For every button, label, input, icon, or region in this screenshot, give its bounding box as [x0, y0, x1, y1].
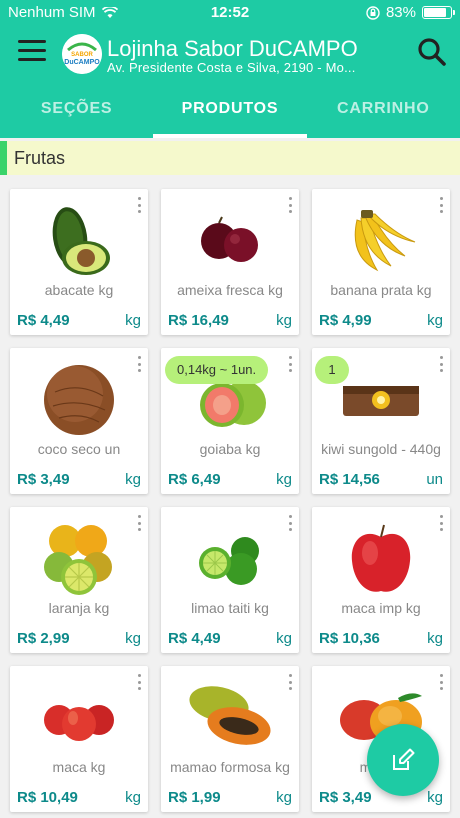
- product-price: R$ 4,49: [168, 630, 221, 647]
- edit-fab-button[interactable]: [367, 724, 439, 796]
- section-header: Frutas: [0, 141, 460, 175]
- product-price: R$ 10,36: [319, 630, 380, 647]
- plum-icon: [201, 216, 258, 262]
- product-name: maca kg: [52, 759, 106, 775]
- product-unit: kg: [125, 630, 141, 647]
- tab-produtos[interactable]: PRODUTOS: [153, 80, 307, 138]
- product-unit: kg: [427, 789, 443, 806]
- product-name: ameixa fresca kg: [177, 282, 283, 298]
- battery-level: [424, 8, 446, 17]
- search-icon[interactable]: [416, 36, 448, 68]
- weight-badge: 0,14kg ~ 1un.: [165, 356, 269, 384]
- product-name: goiaba kg: [199, 441, 261, 457]
- product-price: R$ 4,99: [319, 312, 372, 329]
- product-price: R$ 2,99: [17, 630, 70, 647]
- tab-bar: SEÇÕES PRODUTOS CARRINHO: [0, 80, 460, 138]
- product-name: coco seco un: [37, 441, 121, 457]
- logo-text-top: SABOR: [71, 52, 93, 58]
- product-card[interactable]: ameixa fresca kg R$ 16,49 kg: [161, 189, 299, 335]
- banana-icon: [354, 210, 416, 272]
- product-card[interactable]: coco seco un R$ 3,49 kg: [10, 348, 148, 494]
- product-price: R$ 16,49: [168, 312, 229, 329]
- store-title: Lojinha Sabor DuCAMPO: [107, 36, 358, 61]
- tab-carrinho[interactable]: CARRINHO: [307, 80, 460, 138]
- product-card[interactable]: laranja kg R$ 2,99 kg: [10, 507, 148, 653]
- product-unit: kg: [276, 630, 292, 647]
- logo-text-bottom: DuCAMPO: [64, 59, 100, 66]
- lime-icon: [199, 537, 259, 585]
- red-apple-icon: [351, 524, 411, 592]
- product-card[interactable]: 0,14kg ~ 1un. goiaba kg R$ 6,49 kg: [161, 348, 299, 494]
- product-price: R$ 10,49: [17, 789, 78, 806]
- avocado-icon: [52, 207, 110, 275]
- cart-quantity-badge: 1: [315, 356, 349, 384]
- product-name: abacate kg: [44, 282, 114, 298]
- product-price: R$ 1,99: [168, 789, 221, 806]
- app-bar: SABOR DuCAMPO Lojinha Sabor DuCAMPO Av. …: [0, 26, 460, 80]
- product-unit: un: [426, 471, 443, 488]
- product-unit: kg: [427, 312, 443, 329]
- section-title: Frutas: [14, 148, 66, 168]
- apples-icon: [44, 705, 114, 741]
- store-address: Av. Presidente Costa e Silva, 2190 - Mo.…: [107, 60, 356, 75]
- coconut-icon: [44, 365, 114, 435]
- tab-secoes[interactable]: SEÇÕES: [0, 80, 153, 138]
- product-card[interactable]: 1 kiwi sungold - 440g R$ 14,56 un: [312, 348, 450, 494]
- product-unit: kg: [276, 789, 292, 806]
- product-unit: kg: [125, 312, 141, 329]
- edit-icon: [393, 748, 415, 770]
- product-unit: kg: [125, 789, 141, 806]
- product-card[interactable]: maca kg R$ 10,49 kg: [10, 666, 148, 812]
- product-price: R$ 6,49: [168, 471, 221, 488]
- orange-icon: [44, 525, 112, 595]
- product-unit: kg: [276, 471, 292, 488]
- battery-icon: [422, 6, 455, 19]
- papaya-icon: [189, 686, 271, 745]
- product-card[interactable]: maca imp kg R$ 10,36 kg: [312, 507, 450, 653]
- product-name: kiwi sungold - 440g: [321, 441, 441, 457]
- product-price: R$ 3,49: [17, 471, 70, 488]
- status-bar: Nenhum SIM 12:52 83%: [0, 0, 460, 26]
- product-card[interactable]: mamao formosa kg R$ 1,99 kg: [161, 666, 299, 812]
- product-name: limao taiti kg: [191, 600, 269, 616]
- battery-percent: 83%: [385, 4, 416, 21]
- product-price: R$ 3,49: [319, 789, 372, 806]
- product-price: R$ 14,56: [319, 471, 380, 488]
- product-price: R$ 4,49: [17, 312, 70, 329]
- product-name: mamao formosa kg: [170, 759, 290, 775]
- product-name: maca imp kg: [341, 600, 421, 616]
- kiwi-box-icon: [343, 386, 419, 416]
- product-card[interactable]: limao taiti kg R$ 4,49 kg: [161, 507, 299, 653]
- orientation-lock-icon: [366, 5, 380, 20]
- product-unit: kg: [276, 312, 292, 329]
- product-card[interactable]: banana prata kg R$ 4,99 kg: [312, 189, 450, 335]
- store-logo: SABOR DuCAMPO: [62, 34, 102, 74]
- menu-icon[interactable]: [18, 40, 46, 64]
- product-name: laranja kg: [48, 600, 110, 616]
- product-unit: kg: [427, 630, 443, 647]
- product-card[interactable]: abacate kg R$ 4,49 kg: [10, 189, 148, 335]
- product-name: banana prata kg: [330, 282, 432, 298]
- product-unit: kg: [125, 471, 141, 488]
